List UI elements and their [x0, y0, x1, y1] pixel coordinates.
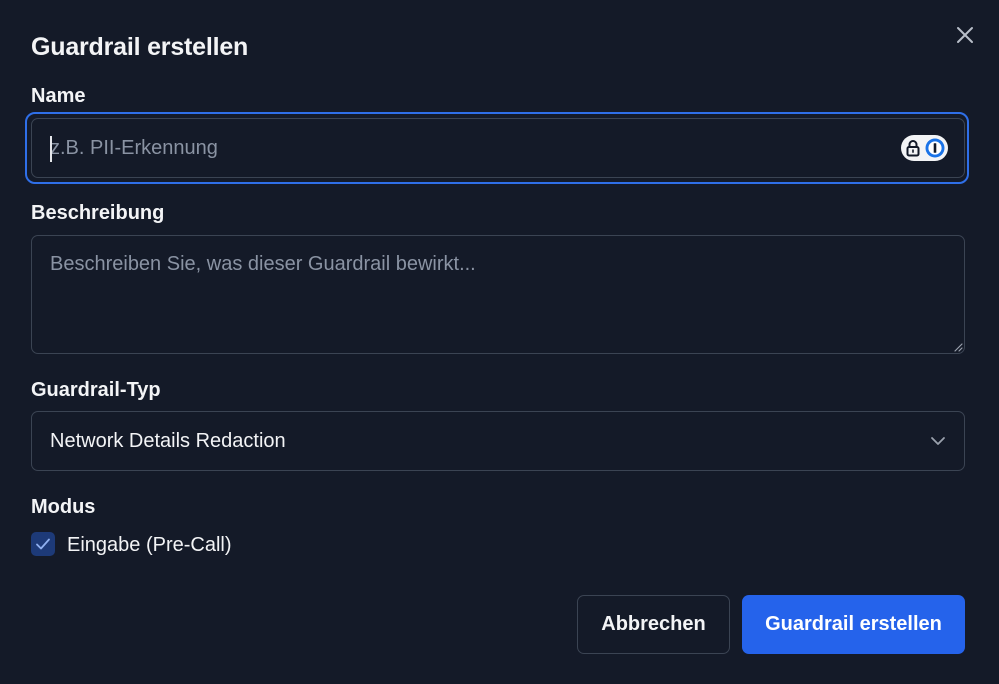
name-input[interactable] — [31, 118, 965, 178]
cancel-button[interactable]: Abbrechen — [577, 595, 730, 654]
name-label: Name — [31, 85, 86, 107]
guardrail-type-value: Network Details Redaction — [50, 429, 286, 452]
pre-call-checkbox-label[interactable]: Eingabe (Pre-Call) — [67, 534, 232, 557]
lock-icon — [906, 140, 920, 157]
create-guardrail-dialog: Guardrail erstellen Name Beschreibung Gu… — [0, 0, 999, 684]
mode-label: Modus — [31, 496, 96, 518]
close-icon — [957, 27, 973, 43]
guardrail-type-select[interactable]: Network Details Redaction — [31, 411, 965, 471]
checkmark-icon — [36, 538, 50, 550]
description-textarea[interactable] — [31, 235, 965, 354]
description-label: Beschreibung — [31, 202, 165, 224]
close-button[interactable] — [952, 22, 978, 48]
chevron-down-icon — [931, 437, 945, 445]
password-manager-icon — [925, 138, 945, 158]
resize-handle-icon[interactable] — [953, 342, 963, 352]
text-caret — [50, 136, 52, 162]
password-manager-badge[interactable] — [901, 135, 948, 161]
create-guardrail-button[interactable]: Guardrail erstellen — [742, 595, 965, 654]
pre-call-checkbox[interactable] — [31, 532, 55, 556]
dialog-title: Guardrail erstellen — [31, 33, 249, 61]
guardrail-type-label: Guardrail-Typ — [31, 379, 161, 401]
